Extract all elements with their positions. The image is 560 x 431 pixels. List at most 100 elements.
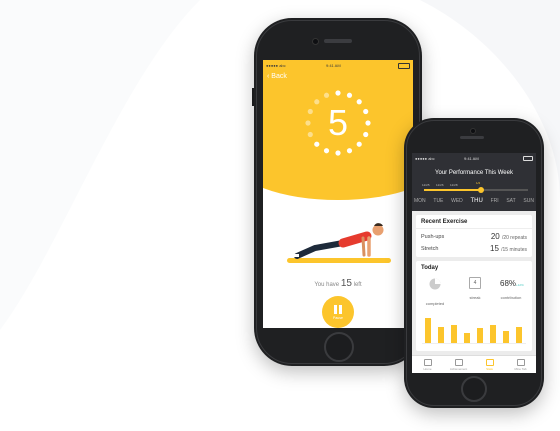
remaining-suffix: left [353, 282, 362, 288]
tab-label: Mine Tab [514, 367, 527, 371]
status-bar: ●●●●● abc 9:41 AM [412, 153, 536, 163]
carrier-text: ●●●●● abc [415, 156, 435, 161]
exercise-row[interactable]: Stretch 15 /15 minutes [421, 244, 527, 254]
tab-label: Achievement [449, 367, 468, 371]
tab-icon [485, 359, 494, 366]
day-tue[interactable]: TUE [433, 198, 443, 204]
countdown-dot [323, 148, 330, 154]
plank-illustration [287, 223, 391, 263]
day-wed[interactable]: WED [451, 198, 463, 204]
contribution-value: 68% [500, 279, 517, 288]
pause-button[interactable]: Pause [322, 296, 354, 328]
remaining-count: 15 [340, 278, 352, 289]
battery-icon [523, 156, 533, 161]
day-bar [425, 317, 431, 343]
earpiece [324, 39, 352, 43]
timeline-date: 12/26 [436, 183, 444, 187]
front-camera [470, 128, 476, 134]
performance-screen: ●●●●● abc 9:41 AM Your Performance This … [412, 153, 536, 373]
status-time: 9:41 AM [326, 63, 341, 68]
day-bar [516, 326, 522, 343]
day-mon[interactable]: MON [414, 198, 426, 204]
completed-label: completed [425, 301, 445, 306]
back-label: Back [271, 73, 287, 80]
home-button[interactable] [461, 376, 487, 402]
pie-icon [429, 278, 441, 290]
day-sun[interactable]: SUN [523, 198, 534, 204]
phone-workout: ●●●●● abc 9:41 AM ‹ Back 5 You have 15 l… [252, 18, 422, 366]
day-bar [490, 325, 496, 343]
timeline-date: 12/28 [450, 183, 458, 187]
carrier-text: ●●●●● abc [266, 63, 286, 68]
tab-achievement[interactable]: Achievement [443, 356, 474, 373]
tab-stats[interactable]: Stats [474, 356, 505, 373]
exercise-name: Stretch [421, 246, 439, 252]
tab-label: Stats [486, 367, 493, 371]
status-time: 9:41 AM [464, 156, 479, 161]
battery-icon [398, 63, 410, 69]
contribution-change: +12% [516, 283, 524, 287]
divider [416, 228, 532, 229]
volume-button [252, 88, 254, 106]
today-card: Today completed 4 streak 68%+12% contrib… [416, 261, 532, 351]
streak-stat: 4 streak [460, 277, 490, 300]
earpiece [460, 136, 484, 139]
tab-icon [423, 359, 432, 366]
pause-icon [334, 305, 342, 314]
tab-icon [516, 359, 525, 366]
timeline-handle[interactable] [478, 187, 484, 193]
exercise-target: /15 minutes [501, 247, 527, 253]
calendar-icon: 4 [469, 277, 481, 289]
streak-label: streak [469, 295, 481, 300]
day-bar [503, 331, 509, 343]
day-bar [477, 328, 483, 343]
exercise-value-group: 20 /20 repeats [491, 232, 527, 241]
workout-screen: ●●●●● abc 9:41 AM ‹ Back 5 You have 15 l… [263, 60, 413, 328]
week-timeline[interactable] [424, 187, 528, 193]
exercise-target: /20 repeats [501, 235, 527, 241]
timeline-progress [424, 189, 480, 191]
recent-exercise-card: Recent Exercise Push-ups 20 /20 repeats … [416, 215, 532, 257]
countdown-dot [335, 90, 341, 96]
day-bar [438, 326, 444, 343]
exercise-name: Push-ups [421, 234, 445, 240]
remaining-prefix: You have [314, 282, 340, 288]
today-title: Today [421, 265, 439, 271]
day-fri[interactable]: FRI [491, 198, 499, 204]
countdown-dot [335, 150, 341, 156]
pause-label: Pause [333, 316, 343, 320]
completed-stat: completed [420, 277, 450, 306]
recent-title: Recent Exercise [421, 219, 468, 225]
tab-label: Home [423, 367, 432, 371]
home-button[interactable] [324, 332, 354, 362]
tab-mine-tab[interactable]: Mine Tab [505, 356, 536, 373]
remaining-reps: You have 15 left [263, 278, 413, 289]
countdown-dot [346, 148, 353, 154]
exercise-row[interactable]: Push-ups 20 /20 repeats [421, 232, 527, 242]
tab-home[interactable]: Home [412, 356, 443, 373]
contribution-label-wrap: contribution [496, 289, 526, 300]
timeline-date-current: 1/2 [476, 181, 481, 185]
front-camera [312, 38, 319, 45]
back-button[interactable]: ‹ Back [267, 73, 287, 80]
tab-icon [454, 359, 463, 366]
exercise-value: 20 [490, 232, 500, 241]
timeline-date: 12/25 [422, 183, 430, 187]
countdown-number: 5 [327, 102, 349, 143]
day-bar [451, 325, 457, 343]
phone-performance: ●●●●● abc 9:41 AM Your Performance This … [404, 118, 544, 408]
today-bar-chart [422, 311, 526, 347]
day-selector: MON TUE WED THU FRI SAT SUN [414, 198, 534, 204]
exercise-value: 15 [490, 244, 499, 253]
status-bar: ●●●●● abc 9:41 AM [263, 60, 413, 70]
day-bar [464, 332, 470, 343]
chart-baseline [422, 343, 526, 344]
exercise-value-group: 15 /15 minutes [490, 244, 527, 253]
day-sat[interactable]: SAT [506, 198, 515, 204]
tab-bar: Home Achievement Stats Mine Tab [412, 355, 536, 373]
contribution-stat: 68%+12% [500, 279, 524, 288]
performance-title: Your Performance This Week [435, 170, 513, 176]
performance-header: ●●●●● abc 9:41 AM Your Performance This … [412, 153, 536, 211]
day-thu[interactable]: THU [471, 198, 483, 204]
contribution-label: contribution [500, 295, 522, 300]
